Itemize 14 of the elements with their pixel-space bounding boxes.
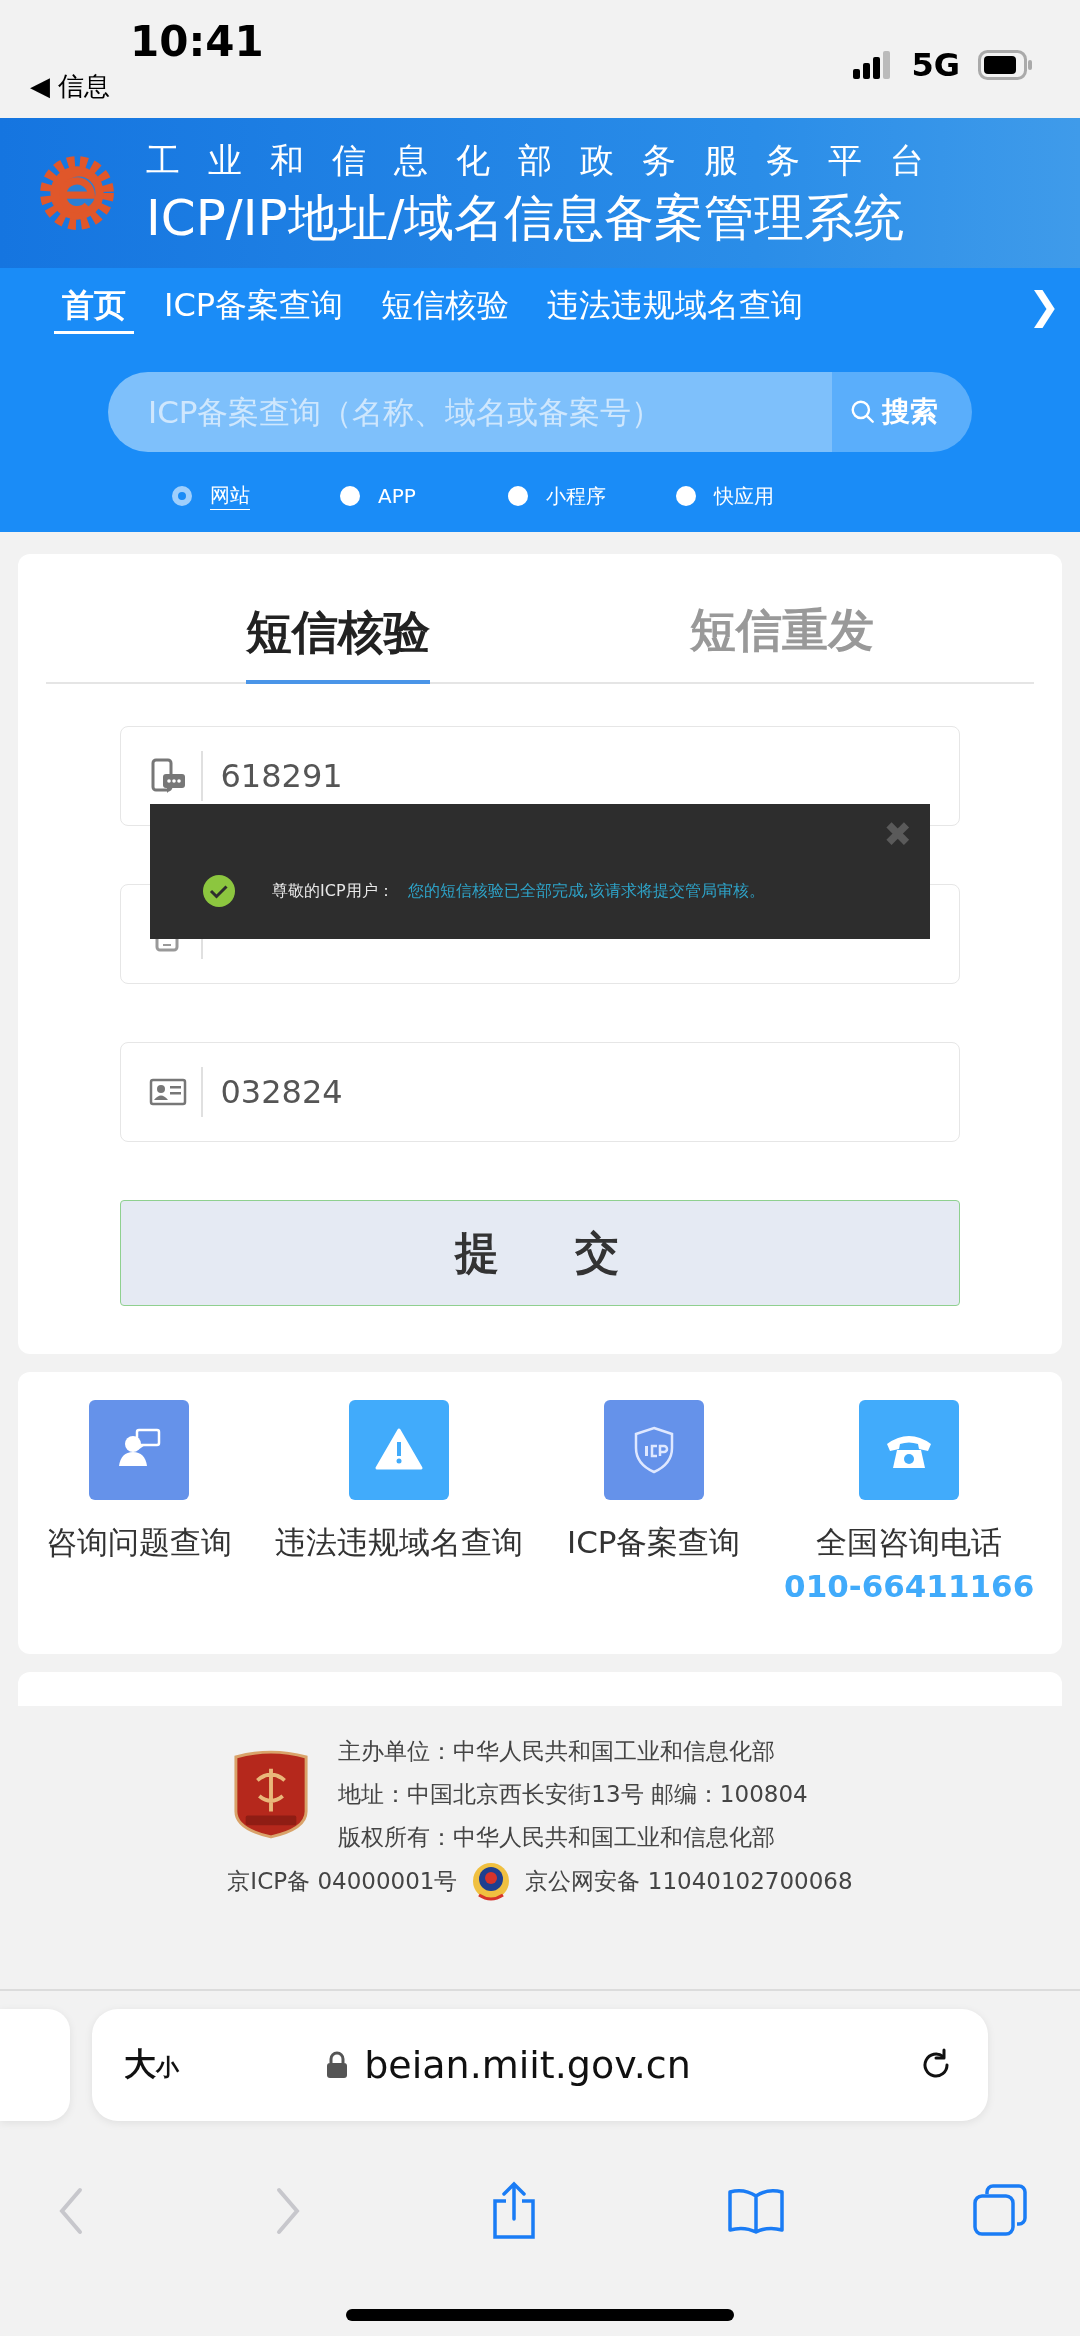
radio-label: 快应用 <box>714 482 774 510</box>
platform-title: 工业和信息化部政务服务平台 <box>146 139 952 182</box>
footer-text: 地址：中国北京西长安街13号 邮编：100804 <box>338 1780 808 1809</box>
toast-title: 尊敬的ICP用户： <box>272 880 394 902</box>
url-text: beian.miit.gov.cn <box>364 2043 691 2087</box>
footer-text: 主办单位：中华人民共和国工业和信息化部 <box>338 1737 777 1766</box>
system-title: ICP/IP地址/域名信息备案管理系统 <box>146 188 906 249</box>
footer-text: 版权所有：中华人民共和国工业和信息化部 <box>338 1823 777 1852</box>
network-label: 5G <box>911 46 960 84</box>
clock-time: 10:41 <box>130 18 264 66</box>
radio-label: 小程序 <box>546 482 606 510</box>
radio-label: 网站 <box>210 482 250 510</box>
toast-text: 您的短信核验已全部完成,该请求将提交管局审核。 <box>407 880 765 902</box>
radio-label: APP <box>378 484 416 508</box>
